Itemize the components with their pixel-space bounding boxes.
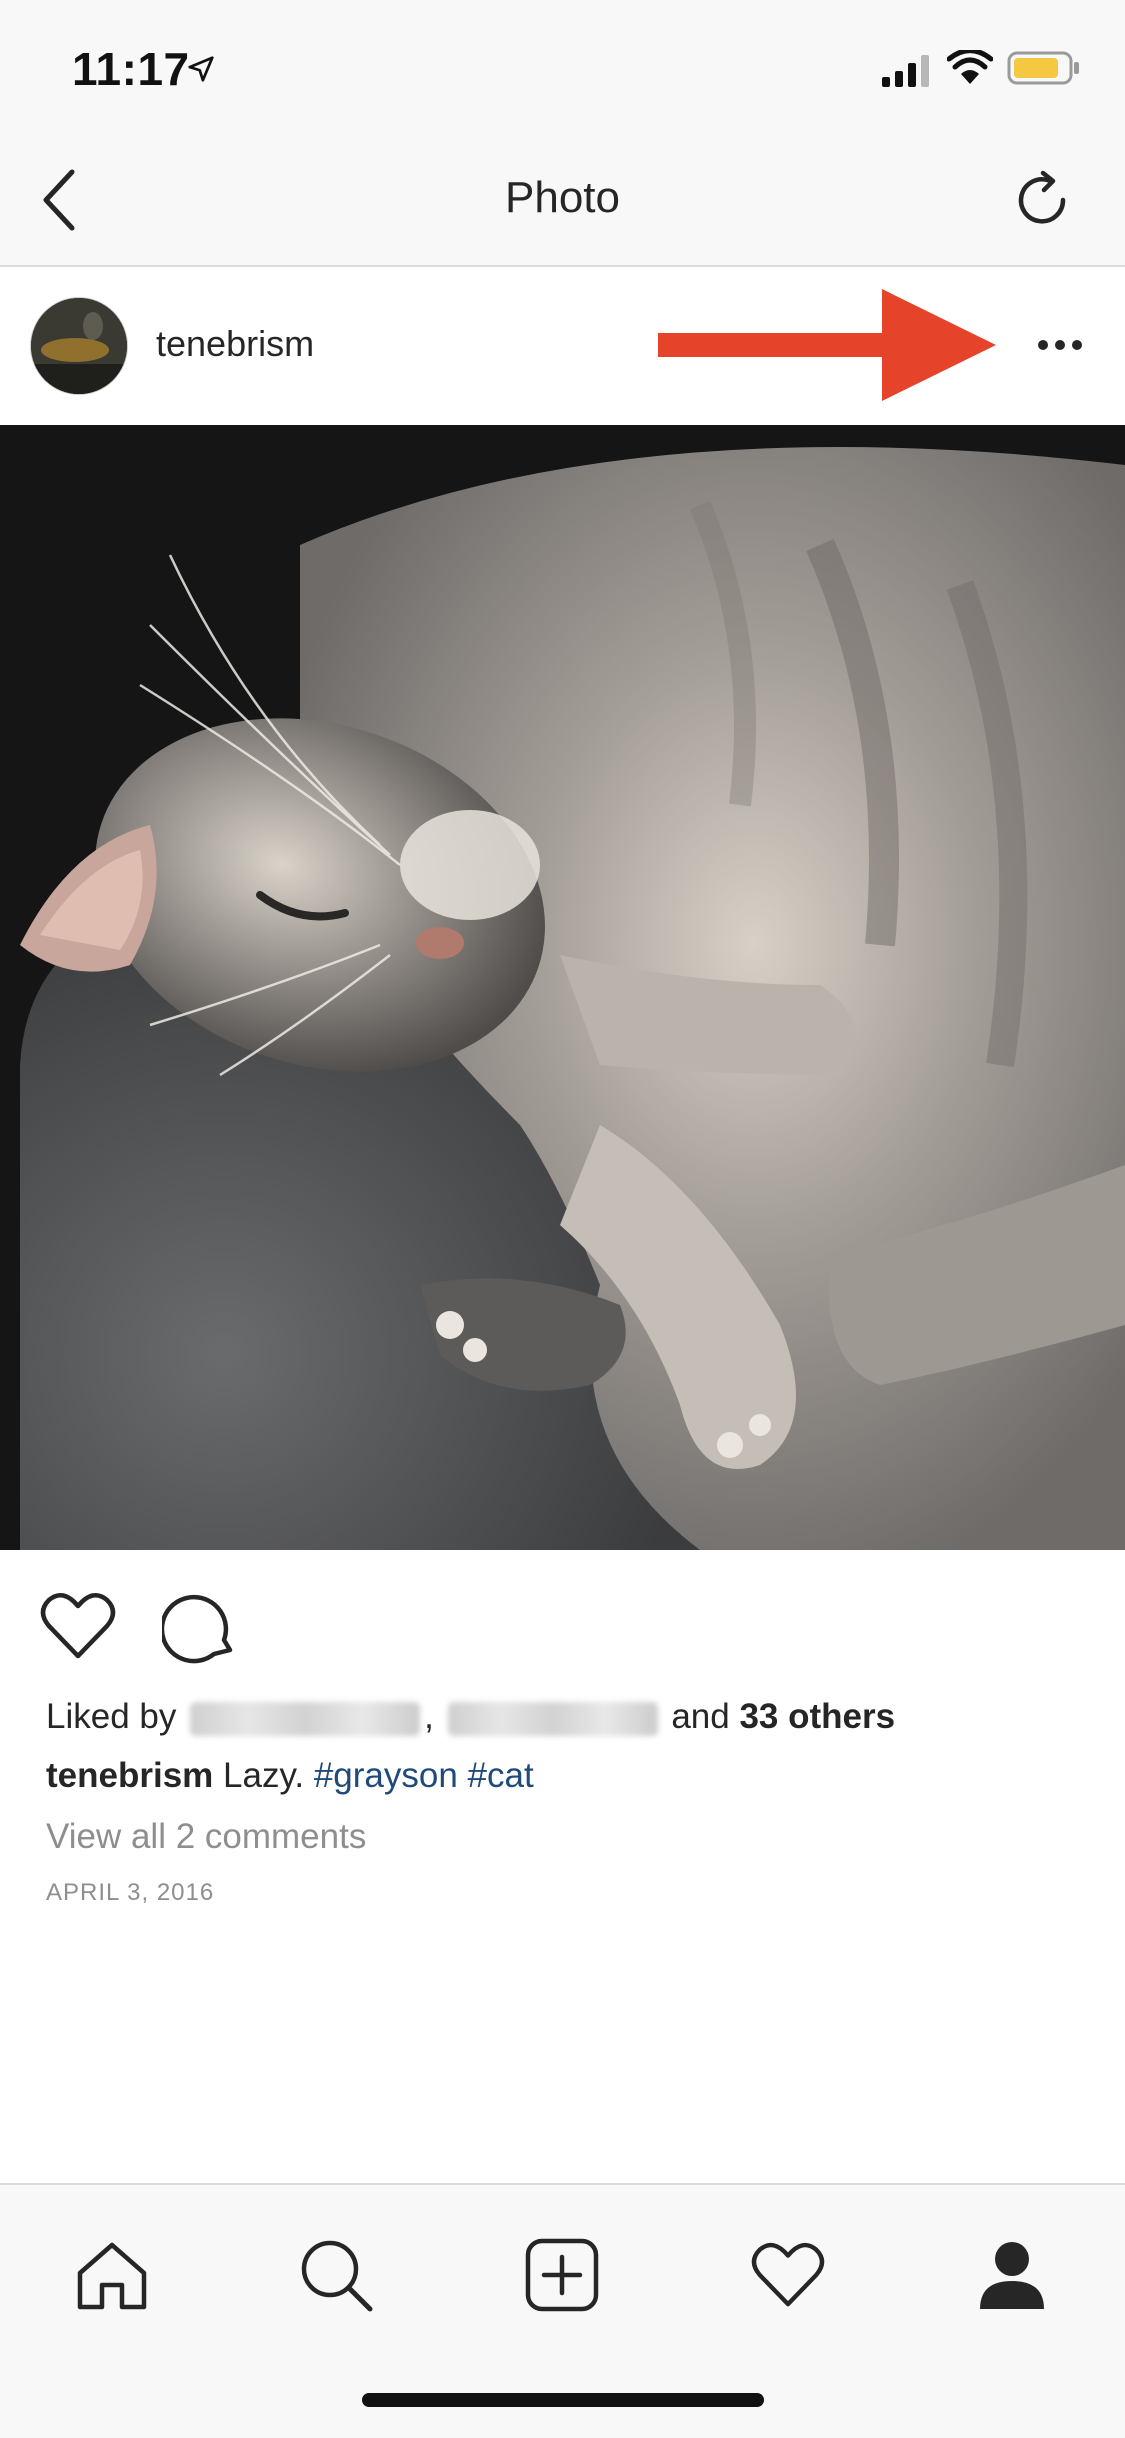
likes-separator: , — [424, 1697, 434, 1736]
nav-bar: Photo — [0, 135, 1125, 267]
caption-text: Lazy. — [223, 1756, 305, 1795]
signal-bars-icon — [878, 52, 934, 88]
post-date: APRIL 3, 2016 — [46, 1879, 215, 1906]
post-actions — [0, 1550, 1125, 1700]
refresh-icon[interactable] — [1008, 163, 1076, 237]
wifi-icon — [946, 48, 994, 88]
view-comments-link[interactable]: View all 2 comments — [46, 1817, 366, 1857]
new-post-icon[interactable] — [512, 2225, 612, 2325]
post-caption: tenebrism Lazy. #grayson #cat — [46, 1756, 534, 1796]
more-dots-icon[interactable] — [1030, 323, 1090, 367]
likes-prefix: Liked by — [46, 1697, 177, 1736]
likes-and: and — [671, 1697, 730, 1736]
post-photo[interactable] — [0, 425, 1125, 1550]
annotation-arrow-icon — [656, 287, 1002, 403]
post-username[interactable]: tenebrism — [156, 323, 314, 365]
caption-username[interactable]: tenebrism — [46, 1756, 213, 1795]
heart-icon[interactable] — [36, 1586, 120, 1666]
status-bar: 11:17 — [0, 0, 1125, 135]
status-time: 11:17 — [72, 43, 190, 95]
activity-heart-icon[interactable] — [738, 2225, 838, 2325]
avatar[interactable] — [30, 297, 128, 395]
blurred-username — [190, 1701, 421, 1736]
likes-others-link[interactable]: 33 others — [739, 1697, 895, 1736]
hashtag-link[interactable]: #grayson — [314, 1756, 458, 1795]
page-title: Photo — [505, 173, 620, 222]
post-header: tenebrism — [0, 267, 1125, 424]
home-indicator[interactable] — [362, 2393, 764, 2407]
home-icon[interactable] — [62, 2225, 162, 2325]
location-arrow-icon — [184, 52, 218, 86]
comment-icon[interactable] — [158, 1584, 242, 1668]
blurred-username — [447, 1701, 658, 1736]
hashtag-link[interactable]: #cat — [468, 1756, 534, 1795]
battery-icon — [1006, 48, 1082, 88]
search-icon[interactable] — [286, 2225, 386, 2325]
likes-line: Liked by , and 33 others — [46, 1697, 895, 1737]
profile-icon[interactable] — [962, 2225, 1062, 2325]
